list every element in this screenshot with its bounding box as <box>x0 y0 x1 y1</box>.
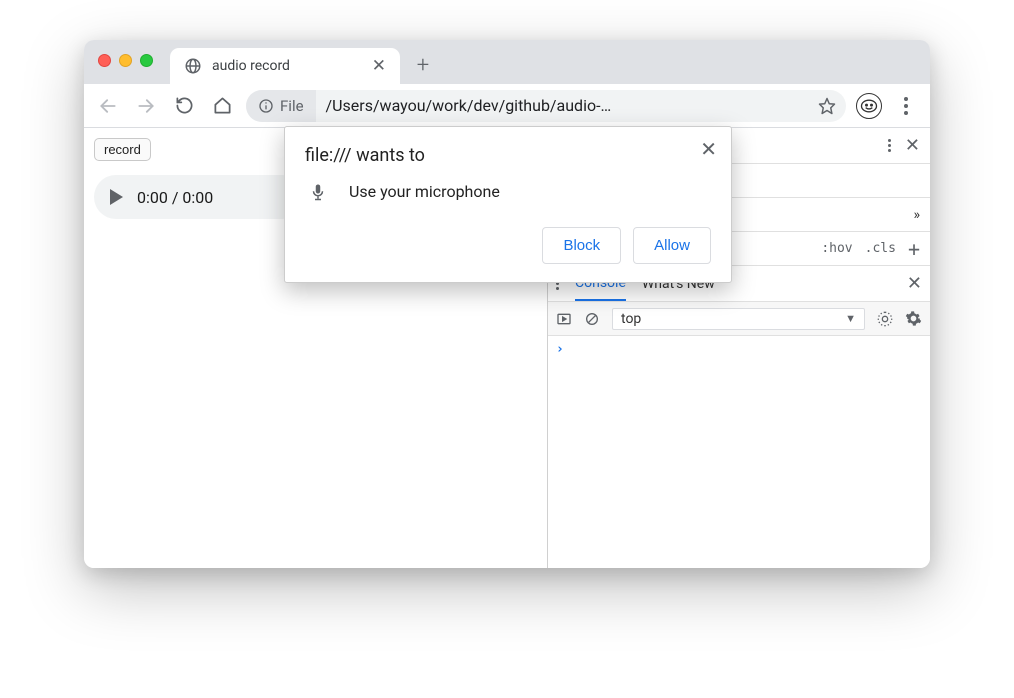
execute-icon[interactable] <box>556 311 572 327</box>
minimize-window-button[interactable] <box>119 54 132 67</box>
console-toolbar: top ▼ <box>548 302 930 336</box>
back-button[interactable] <box>94 92 122 120</box>
window-controls <box>98 54 153 67</box>
globe-icon <box>184 57 202 75</box>
permission-title: file:/// wants to <box>305 145 711 166</box>
home-button[interactable] <box>208 92 236 120</box>
audio-player[interactable]: 0:00 / 0:00 <box>94 175 304 219</box>
maximize-window-button[interactable] <box>140 54 153 67</box>
audio-time: 0:00 / 0:00 <box>137 188 213 207</box>
new-tab-button[interactable]: + <box>406 48 440 82</box>
browser-tab[interactable]: audio record ✕ <box>170 48 400 84</box>
microphone-icon <box>309 183 327 201</box>
address-bar[interactable]: File /Users/wayou/work/dev/github/audio-… <box>246 90 846 122</box>
forward-button[interactable] <box>132 92 160 120</box>
hov-toggle[interactable]: :hov <box>821 241 852 256</box>
play-icon[interactable] <box>110 189 123 205</box>
live-expression-icon[interactable] <box>877 311 893 327</box>
permission-text: Use your microphone <box>349 182 500 201</box>
allow-button[interactable]: Allow <box>633 227 711 264</box>
dialog-close-button[interactable]: ✕ <box>700 137 717 161</box>
permission-actions: Block Allow <box>305 227 711 264</box>
record-button[interactable]: record <box>94 138 151 161</box>
toolbar: File /Users/wayou/work/dev/github/audio-… <box>84 84 930 128</box>
browser-window: audio record ✕ + File /Users/wayou/work/… <box>84 40 930 568</box>
context-selector[interactable]: top ▼ <box>612 308 865 330</box>
info-icon <box>258 98 274 114</box>
context-label: top <box>621 311 641 327</box>
tab-title: audio record <box>212 58 362 74</box>
close-tab-button[interactable]: ✕ <box>372 56 386 76</box>
console-body[interactable]: › <box>548 336 930 568</box>
site-info-chip[interactable]: File <box>246 90 316 122</box>
permission-request-row: Use your microphone <box>309 182 711 201</box>
block-button[interactable]: Block <box>542 227 621 264</box>
profile-avatar[interactable] <box>856 93 882 119</box>
dropdown-triangle-icon: ▼ <box>845 312 856 325</box>
console-prompt-icon: › <box>556 342 564 357</box>
drawer-close-button[interactable]: ✕ <box>907 273 922 294</box>
cls-toggle[interactable]: .cls <box>865 241 896 256</box>
url-text: /Users/wayou/work/dev/github/audio-… <box>316 96 818 115</box>
devtools-close-button[interactable]: ✕ <box>905 135 920 156</box>
reload-button[interactable] <box>170 92 198 120</box>
overflow-chevron-icon[interactable]: » <box>913 207 920 223</box>
console-settings-icon[interactable] <box>905 310 922 327</box>
permission-dialog: ✕ file:/// wants to Use your microphone … <box>284 126 732 283</box>
chip-label: File <box>280 97 304 115</box>
bookmark-button[interactable] <box>818 97 836 115</box>
chrome-menu-button[interactable] <box>892 97 920 115</box>
close-window-button[interactable] <box>98 54 111 67</box>
tab-strip: audio record ✕ + <box>84 40 930 84</box>
devtools-menu-button[interactable] <box>888 139 891 152</box>
clear-console-icon[interactable] <box>584 311 600 327</box>
add-style-button[interactable]: + <box>908 237 920 261</box>
